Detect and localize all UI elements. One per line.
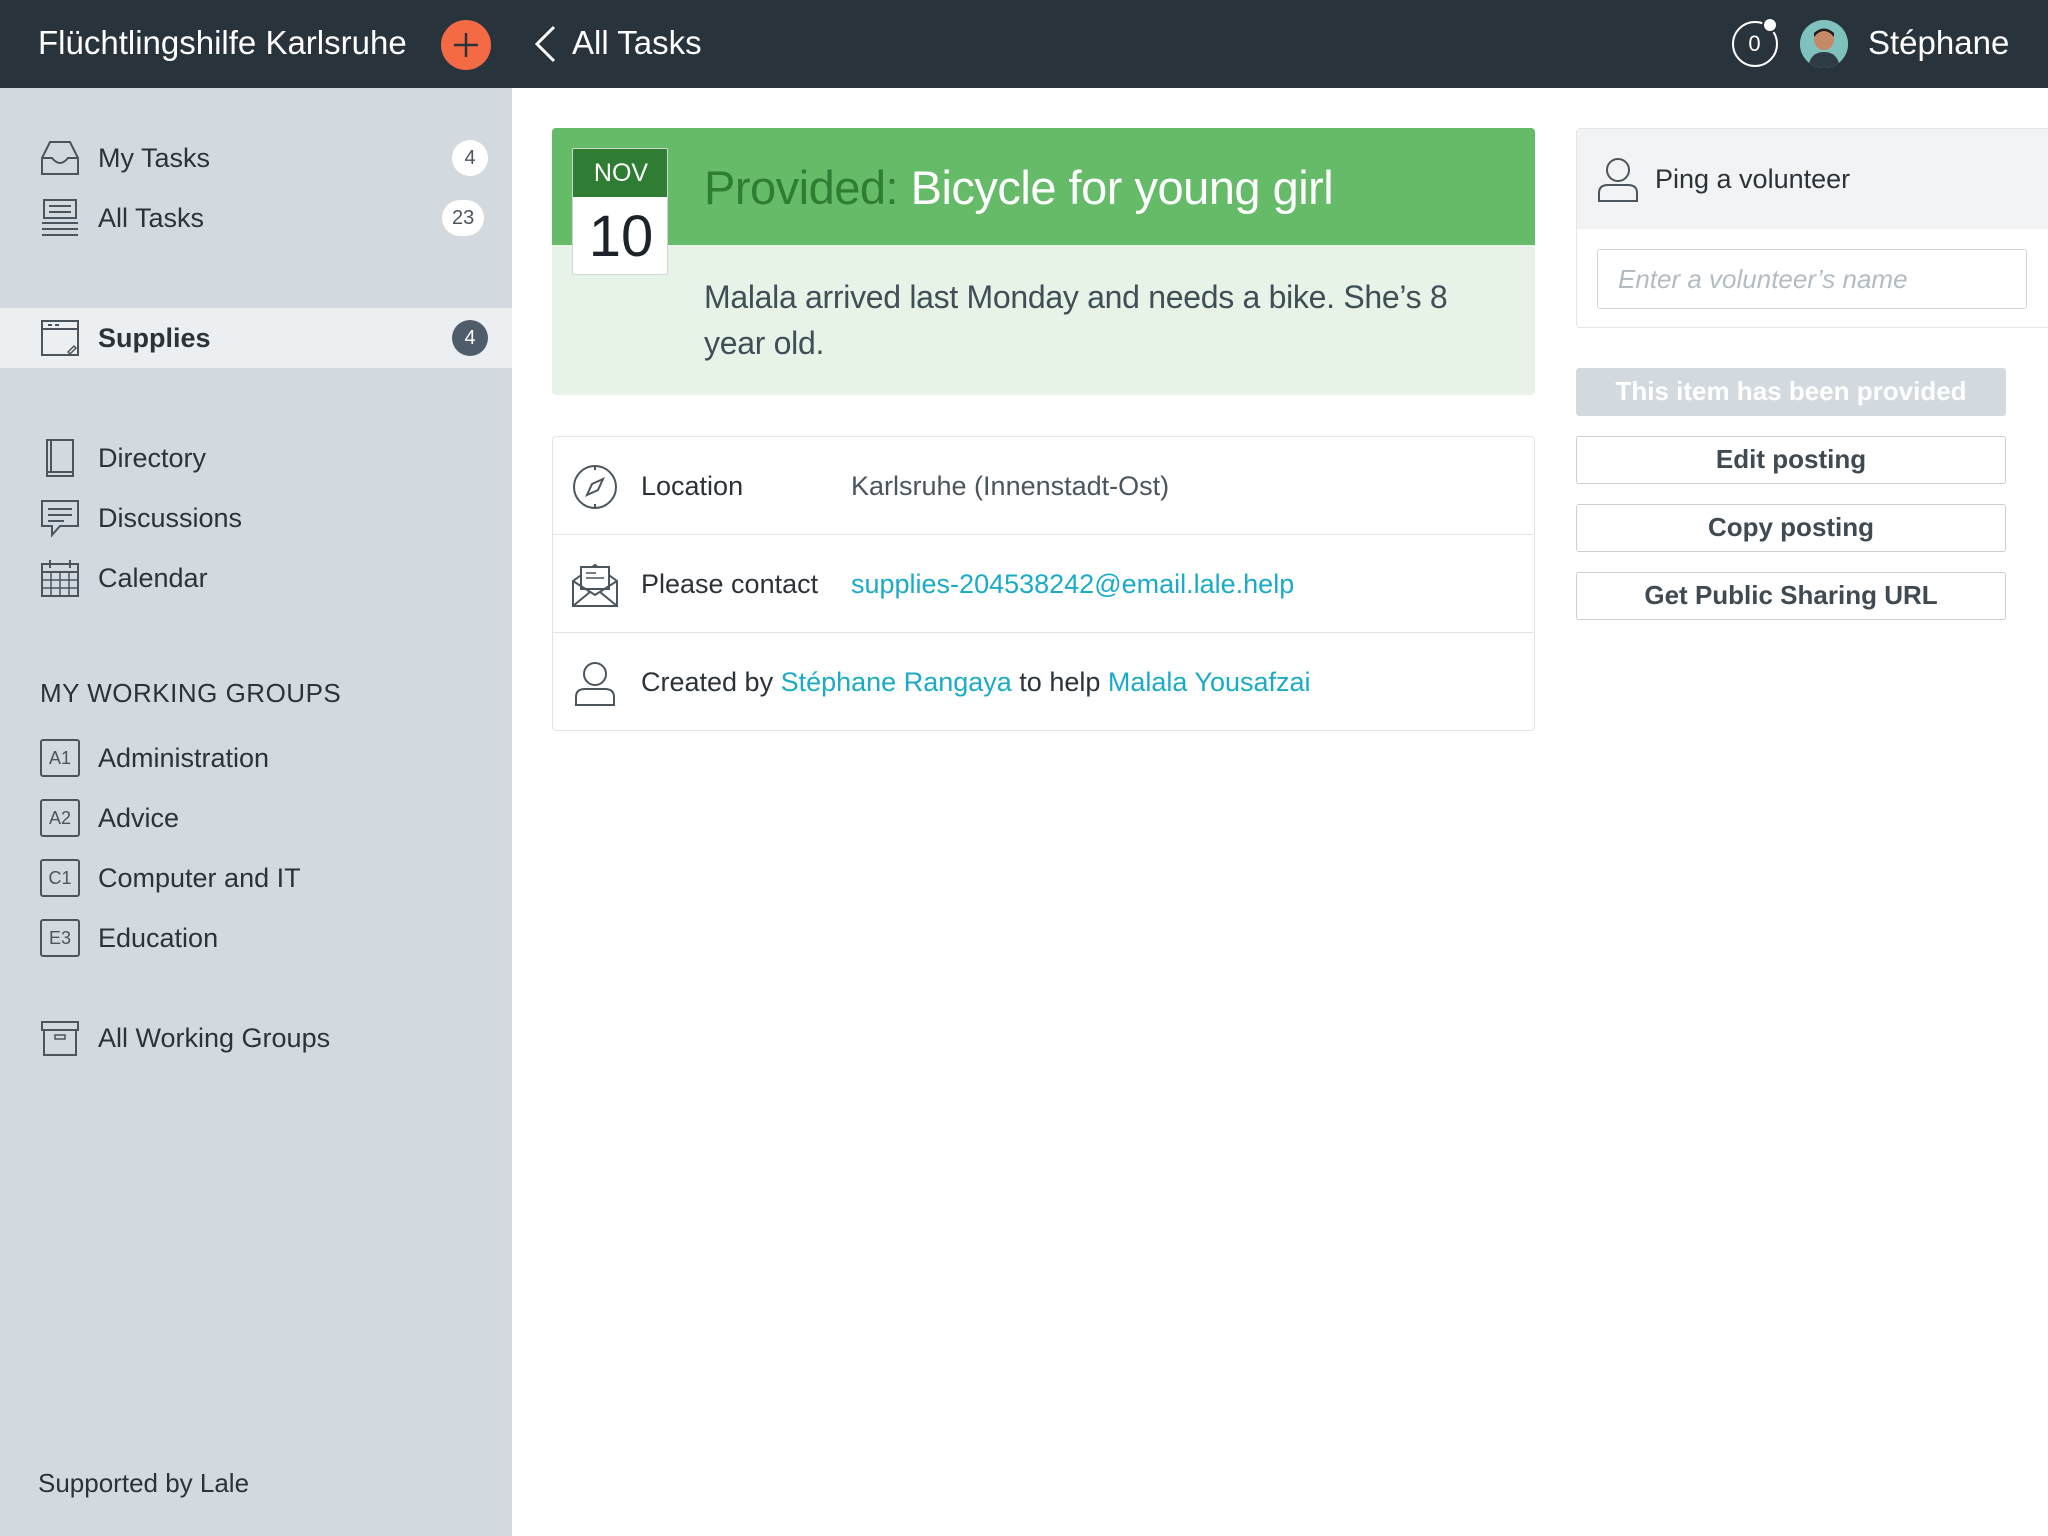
creator-link[interactable]: Stéphane Rangaya [781,667,1012,697]
sidebar-item-label: All Working Groups [98,1023,331,1053]
sidebar-item-group-administration[interactable]: A1 Administration [0,728,512,788]
ping-volunteer-label: Ping a volunteer [1655,164,1851,194]
task-title: Provided: Bicycle for young girl [704,158,1334,218]
beneficiary-link[interactable]: Malala Yousafzai [1108,667,1311,697]
sidebar-item-label: Calendar [98,563,208,593]
sidebar-item-discussions[interactable]: Discussions [0,488,512,548]
volunteer-name-input[interactable] [1597,249,2027,309]
contact-label: Please contact [641,569,819,599]
group-code-badge: E3 [40,919,80,957]
group-code-badge: C1 [40,859,80,897]
chat-icon [41,500,79,538]
sidebar-item-label: Administration [98,743,270,773]
archive-box-icon [41,1021,79,1056]
add-button[interactable] [441,20,491,70]
ping-volunteer-panel: Ping a volunteer [1576,128,2048,328]
sidebar-item-directory[interactable]: Directory [0,428,512,488]
sidebar-item-all-tasks[interactable]: All Tasks 23 [0,188,512,248]
working-groups-header: MY WORKING GROUPS [40,678,342,708]
envelope-icon [572,563,618,607]
sidebar-footer: Supported by Lale [38,1468,250,1498]
sidebar-item-label: Advice [98,803,180,833]
sidebar-item-label: Supplies [98,323,211,353]
organization-name[interactable]: Flüchtlingshilfe Karlsruhe [38,20,407,66]
top-bar: Flüchtlingshilfe Karlsruhe All Tasks 0 S… [0,0,2048,88]
back-link[interactable]: All Tasks [572,20,702,66]
user-name[interactable]: Stéphane [1868,20,2009,66]
stack-icon [42,199,78,236]
calendar-icon [41,560,79,597]
count-badge: 4 [452,320,488,356]
sidebar-item-all-working-groups[interactable]: All Working Groups [0,1008,512,1068]
notifications-button[interactable]: 0 [1732,17,1778,67]
sidebar-item-label: All Tasks [98,203,205,233]
task-status: Provided: [704,161,899,214]
date-badge: NOV 10 [572,148,668,275]
count-badge: 23 [442,200,485,236]
count-badge: 4 [452,140,488,176]
sidebar-item-my-tasks[interactable]: My Tasks 4 [0,128,512,188]
contact-email-link[interactable]: supplies-204538242@email.lale.help [851,535,1294,633]
group-code-badge: A1 [40,739,80,777]
notification-dot [1762,17,1778,33]
sidebar-item-label: Computer and IT [98,863,301,893]
group-code-badge: A2 [40,799,80,837]
ping-volunteer-header: Ping a volunteer [1577,129,2048,229]
avatar[interactable] [1800,20,1848,68]
inbox-icon [41,141,79,175]
created-by-row: Created by Stéphane Rangaya to help Mala… [553,633,1533,731]
public-sharing-url-button[interactable]: Get Public Sharing URL [1576,572,2006,620]
sidebar-item-group-education[interactable]: E3 Education [0,908,512,968]
copy-posting-button[interactable]: Copy posting [1576,504,2006,552]
sidebar-item-label: Discussions [98,503,243,533]
location-value: Karlsruhe (Innenstadt-Ost) [851,471,1170,501]
task-details: Location Karlsruhe (Innenstadt-Ost) Plea… [552,436,1535,731]
sidebar-item-supplies[interactable]: Supplies 4 [0,308,512,368]
sidebar-item-label: My Tasks [98,143,211,173]
book-icon [46,439,74,477]
compass-icon [573,465,617,509]
user-photo-icon [1800,20,1848,68]
date-day: 10 [588,204,654,269]
user-icon [575,662,615,706]
user-icon [1598,158,1638,202]
plus-icon [454,33,478,57]
chevron-left-icon[interactable] [532,24,558,64]
date-month: NOV [573,149,667,197]
contact-row: Please contact supplies-204538242@email.… [553,535,1533,633]
location-label: Location [641,471,744,501]
supplies-icon [41,320,79,356]
sidebar: My Tasks 4 All Tasks 23 Supplies 4 Direc… [0,88,512,1536]
task-card: Provided: Bicycle for young girl NOV 10 … [552,128,1535,395]
edit-posting-button[interactable]: Edit posting [1576,436,2006,484]
location-row: Location Karlsruhe (Innenstadt-Ost) [553,437,1533,535]
to-help-text: to help [1019,667,1101,697]
created-by-prefix: Created by [641,667,774,697]
sidebar-item-label: Directory [98,443,207,473]
task-description: Malala arrived last Monday and needs a b… [704,279,1448,361]
sidebar-item-group-advice[interactable]: A2 Advice [0,788,512,848]
item-provided-button[interactable]: This item has been provided [1576,368,2006,416]
task-card-header: Provided: Bicycle for young girl [552,128,1535,245]
sidebar-item-label: Education [98,923,219,953]
sidebar-item-group-computer-it[interactable]: C1 Computer and IT [0,848,512,908]
task-title-text: Bicycle for young girl [910,161,1334,214]
created-by-text: Created by Stéphane Rangaya to help Mala… [641,633,1311,731]
sidebar-item-calendar[interactable]: Calendar [0,548,512,608]
